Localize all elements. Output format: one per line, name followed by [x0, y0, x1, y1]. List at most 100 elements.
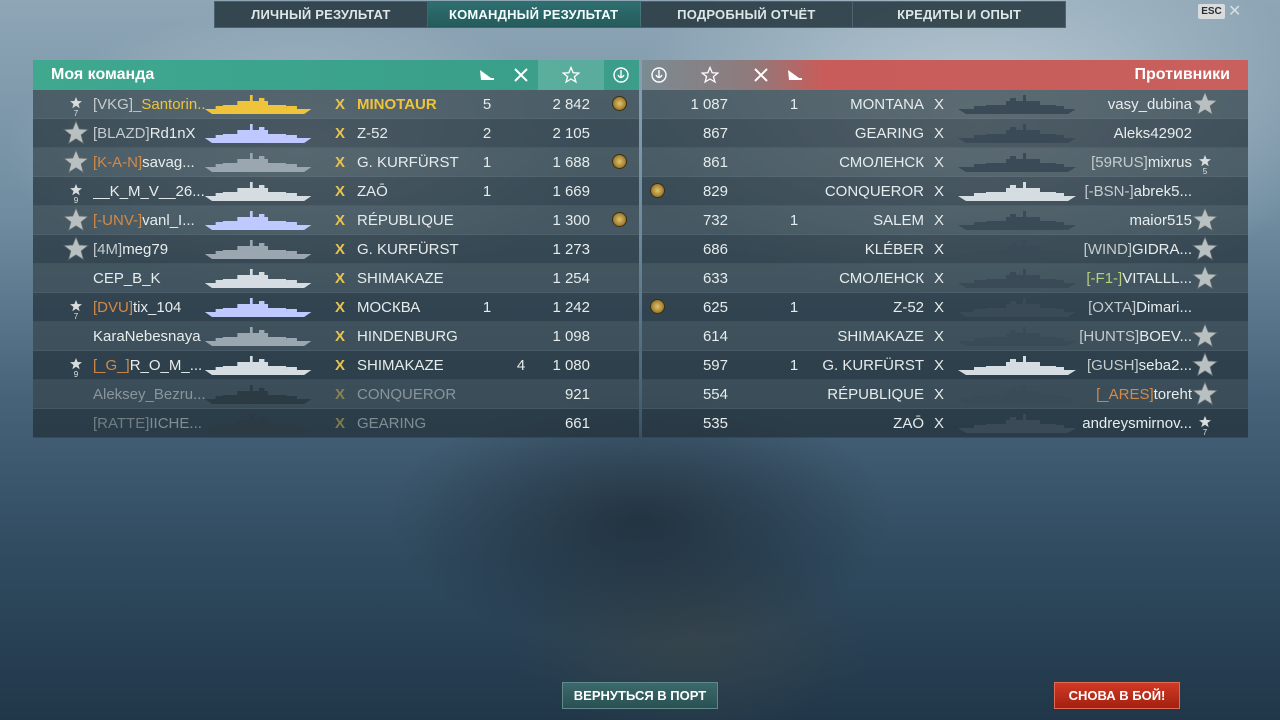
player-name[interactable]: andreysmirnov...: [1074, 409, 1192, 438]
player-name[interactable]: [-BSN-]abrek5...: [1074, 177, 1192, 206]
ship-tier-mark: X: [934, 357, 945, 374]
player-name[interactable]: vasy_dubina: [1074, 90, 1192, 119]
kills-count: 4: [516, 357, 526, 374]
player-name[interactable]: [BLAZD]Rd1nX: [93, 119, 205, 148]
ship-silhouette: [954, 264, 1078, 293]
player-name[interactable]: [_ARES]toreht: [1074, 380, 1192, 409]
table-row[interactable]: 9 [_G_]R_O_M_... X SHIMAKAZE 4 1 080: [33, 351, 639, 380]
player-name[interactable]: [59RUS]mixrus: [1074, 148, 1192, 177]
ship-silhouette: [203, 264, 315, 293]
ship-tier-mark: X: [335, 270, 346, 287]
player-name[interactable]: [_G_]R_O_M_...: [93, 351, 205, 380]
ship-silhouette: [954, 293, 1078, 322]
experience-value: 2 842: [552, 96, 590, 113]
ship-silhouette: [954, 235, 1078, 264]
tab-detailed-report[interactable]: ПОДРОБНЫЙ ОТЧЁТ: [641, 2, 854, 27]
ship-tier-mark: X: [335, 96, 346, 113]
ship-name: RÉPUBLIQUE: [827, 386, 924, 403]
esc-key-hint[interactable]: ESC: [1198, 4, 1225, 19]
experience-value: 554: [702, 386, 728, 403]
player-name[interactable]: [RATTE]IICHE...: [93, 409, 205, 438]
ship-tier-mark: X: [335, 212, 346, 229]
player-name[interactable]: [GUSH]seba2...: [1074, 351, 1192, 380]
tab-credits-xp[interactable]: КРЕДИТЫ И ОПЫТ: [853, 2, 1065, 27]
player-name[interactable]: [-UNV-]vanl_I...: [93, 206, 205, 235]
table-row[interactable]: 7 [DVU]tix_104 X МОСКВА 1 1 242: [33, 293, 639, 322]
ship-silhouette: [954, 351, 1078, 380]
ship-tier-mark: X: [335, 154, 346, 171]
player-name[interactable]: [4M]meg79: [93, 235, 205, 264]
player-name[interactable]: maior515: [1074, 206, 1192, 235]
return-to-port-button[interactable]: ВЕРНУТЬСЯ В ПОРТ: [562, 682, 718, 709]
player-name[interactable]: [DVU]tix_104: [93, 293, 205, 322]
battle-again-button[interactable]: СНОВА В БОЙ!: [1054, 682, 1180, 709]
player-name[interactable]: [K-A-N]savag...: [93, 148, 205, 177]
player-nickname: Aleks42902: [1113, 125, 1192, 142]
planes-shot-count: [479, 380, 495, 409]
table-row[interactable]: [4M]meg79 X G. KURFÜRST 1 273: [33, 235, 639, 264]
table-row[interactable]: 829 CONQUEROR X [-BSN-]abrek5...: [642, 177, 1248, 206]
table-row[interactable]: CEP_B_K X SHIMAKAZE 1 254: [33, 264, 639, 293]
table-row[interactable]: 633 СМОЛЕНСК X [-F1-]VITALLL...: [642, 264, 1248, 293]
capture-badge-cell: [650, 264, 668, 293]
player-name[interactable]: [WIND]GIDRA...: [1074, 235, 1192, 264]
capture-badge-cell: [612, 90, 630, 119]
table-row[interactable]: 1 087 1 MONTANA Xvasy_dubina: [642, 90, 1248, 119]
capture-badge-cell: [650, 322, 668, 351]
tab-personal-result[interactable]: ЛИЧНЫЙ РЕЗУЛЬТАТ: [215, 2, 428, 27]
table-row[interactable]: Aleksey_Bezru... X CONQUEROR 921: [33, 380, 639, 409]
table-row[interactable]: KaraNebesnaya X HINDENBURG 1 098: [33, 322, 639, 351]
capture-badge-icon: [612, 153, 627, 169]
table-row[interactable]: 867 GEARING X Aleks42902: [642, 119, 1248, 148]
table-row[interactable]: [-UNV-]vanl_I... X RÉPUBLIQUE 1 300: [33, 206, 639, 235]
enemy-team-header: Противники: [642, 60, 1248, 90]
capture-badge-cell: [650, 148, 668, 177]
planes-shot-count: [479, 322, 495, 351]
table-row[interactable]: 861 СМОЛЕНСК X [59RUS]mixrus 5: [642, 148, 1248, 177]
player-name[interactable]: [OXTA]Dimari...: [1074, 293, 1192, 322]
player-name[interactable]: [HUNTS]BOEV...: [1074, 322, 1192, 351]
player-name[interactable]: __K_M_V__26...: [93, 177, 205, 206]
ship-tier-mark: X: [335, 125, 346, 142]
player-nickname: IICHE...: [149, 415, 202, 432]
rank-icon: 9: [63, 351, 91, 380]
table-row[interactable]: 9 __K_M_V__26... X ZAŌ 1 1 669: [33, 177, 639, 206]
kills-icon: [744, 60, 778, 90]
rank-icon: [62, 235, 91, 264]
close-icon[interactable]: ✕: [1228, 1, 1241, 21]
player-nickname: abrek5...: [1133, 183, 1192, 200]
planes-shot-count: 5: [482, 96, 492, 113]
svg-text:7: 7: [1203, 428, 1208, 436]
player-name[interactable]: [VKG]_Santorin...: [93, 90, 205, 119]
table-row[interactable]: 614 SHIMAKAZE X [HUNTS]BOEV...: [642, 322, 1248, 351]
table-row[interactable]: 554 RÉPUBLIQUE X [_ARES]toreht: [642, 380, 1248, 409]
player-nickname: tix_104: [133, 299, 182, 316]
table-row[interactable]: [K-A-N]savag... X G. KURFÜRST 1 1 688: [33, 148, 639, 177]
rank-icon: 7: [63, 90, 91, 119]
player-name[interactable]: [-F1-]VITALLL...: [1074, 264, 1192, 293]
planes-shot-count: [479, 206, 495, 235]
table-row[interactable]: 686 KLÉBER X [WIND]GIDRA...: [642, 235, 1248, 264]
svg-text:9: 9: [74, 196, 79, 204]
table-row[interactable]: 7 [VKG]_Santorin... X MINOTAUR 5 2 842: [33, 90, 639, 119]
tab-team-result[interactable]: КОМАНДНЫЙ РЕЗУЛЬТАТ: [427, 2, 641, 27]
player-name[interactable]: Aleks42902: [1074, 119, 1192, 148]
clan-tag: [K-A-N]: [93, 154, 143, 171]
experience-value: 597: [702, 357, 728, 374]
planes-shot-count: 1: [482, 299, 492, 316]
table-row[interactable]: [RATTE]IICHE... X GEARING 661: [33, 409, 639, 438]
capture-badge-icon: [612, 211, 627, 227]
clan-tag: [-F1-]: [1086, 270, 1123, 287]
ship-name: SHIMAKAZE: [357, 357, 444, 374]
table-row[interactable]: [BLAZD]Rd1nX X Z-52 2 2 105: [33, 119, 639, 148]
player-name[interactable]: KaraNebesnaya: [93, 322, 205, 351]
player-name[interactable]: Aleksey_Bezru...: [93, 380, 205, 409]
clan-tag: [WIND]: [1083, 241, 1132, 258]
table-row[interactable]: 535 ZAŌ Xandreysmirnov... 7: [642, 409, 1248, 438]
table-row[interactable]: 597 1 G. KURFÜRST X [GUSH]seba2...: [642, 351, 1248, 380]
player-name[interactable]: CEP_B_K: [93, 264, 205, 293]
capture-badge-icon: [650, 182, 665, 198]
table-row[interactable]: 732 1 SALEM Xmaior515: [642, 206, 1248, 235]
ship-silhouette: [203, 148, 315, 177]
table-row[interactable]: 625 1 Z-52 X [OXTA]Dimari...: [642, 293, 1248, 322]
